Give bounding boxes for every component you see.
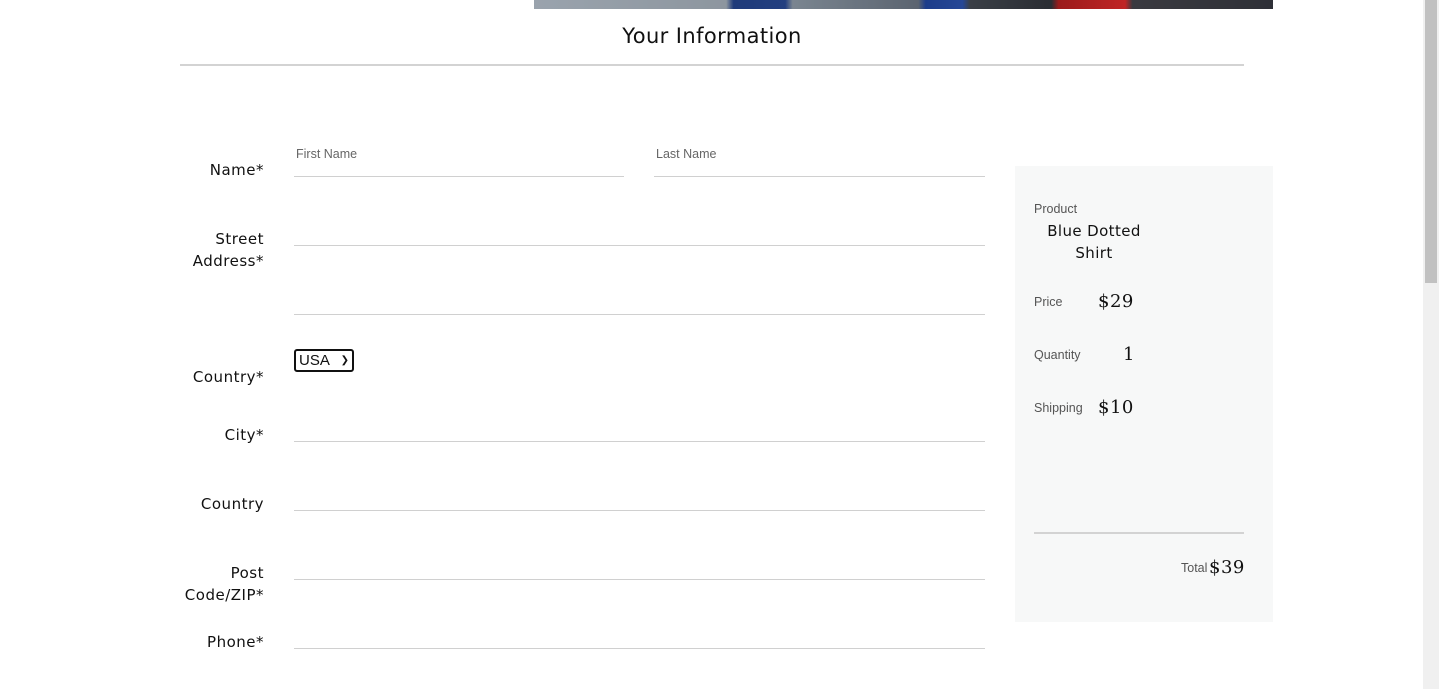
post-label-line2: Code/ZIP* (184, 586, 264, 604)
page-title: Your Information (622, 24, 802, 48)
last-name-placeholder: Last Name (656, 147, 717, 161)
last-name-input[interactable] (654, 176, 985, 177)
product-value: Blue Dotted Shirt (1047, 222, 1141, 262)
total-value: $39 (1209, 557, 1245, 578)
country-input[interactable] (294, 510, 985, 511)
country-select-label: Country* (192, 368, 264, 386)
first-name-placeholder: First Name (296, 147, 358, 161)
first-name-input[interactable] (294, 176, 624, 177)
post-code-label: Post Code/ZIP* (185, 562, 264, 606)
price-value: $29 (1098, 291, 1134, 312)
product-label: Product (1034, 202, 1078, 216)
name-label: Name* (209, 161, 264, 179)
shipping-label: Shipping (1034, 401, 1083, 415)
street-address-label: Street Address* (193, 228, 264, 272)
country-select[interactable]: USA ❯ (294, 349, 354, 372)
phone-label: Phone* (207, 633, 264, 651)
title-divider (180, 64, 1244, 66)
street-address-input-2[interactable] (294, 314, 985, 315)
summary-divider (1034, 532, 1244, 534)
post-code-input[interactable] (294, 579, 985, 580)
price-label: Price (1034, 295, 1063, 309)
quantity-value: 1 (1123, 344, 1135, 365)
country-label: Country (200, 495, 264, 513)
shipping-value: $10 (1098, 397, 1134, 418)
post-label-line1: Post (230, 564, 264, 582)
phone-input[interactable] (294, 648, 985, 649)
city-label: City* (224, 426, 264, 444)
scrollbar-thumb[interactable] (1425, 0, 1437, 283)
order-summary-panel: Product Blue Dotted Shirt Price $29 Quan… (1015, 166, 1273, 622)
hero-image (534, 0, 1273, 9)
street-address-input-1[interactable] (294, 245, 985, 246)
quantity-label: Quantity (1034, 348, 1081, 362)
country-select-value: USA (299, 352, 330, 369)
chevron-down-icon: ❯ (340, 355, 349, 366)
street-label-line2: Address* (192, 252, 264, 270)
street-label-line1: Street (215, 230, 264, 248)
city-input[interactable] (294, 441, 985, 442)
total-label: Total (1181, 561, 1208, 575)
